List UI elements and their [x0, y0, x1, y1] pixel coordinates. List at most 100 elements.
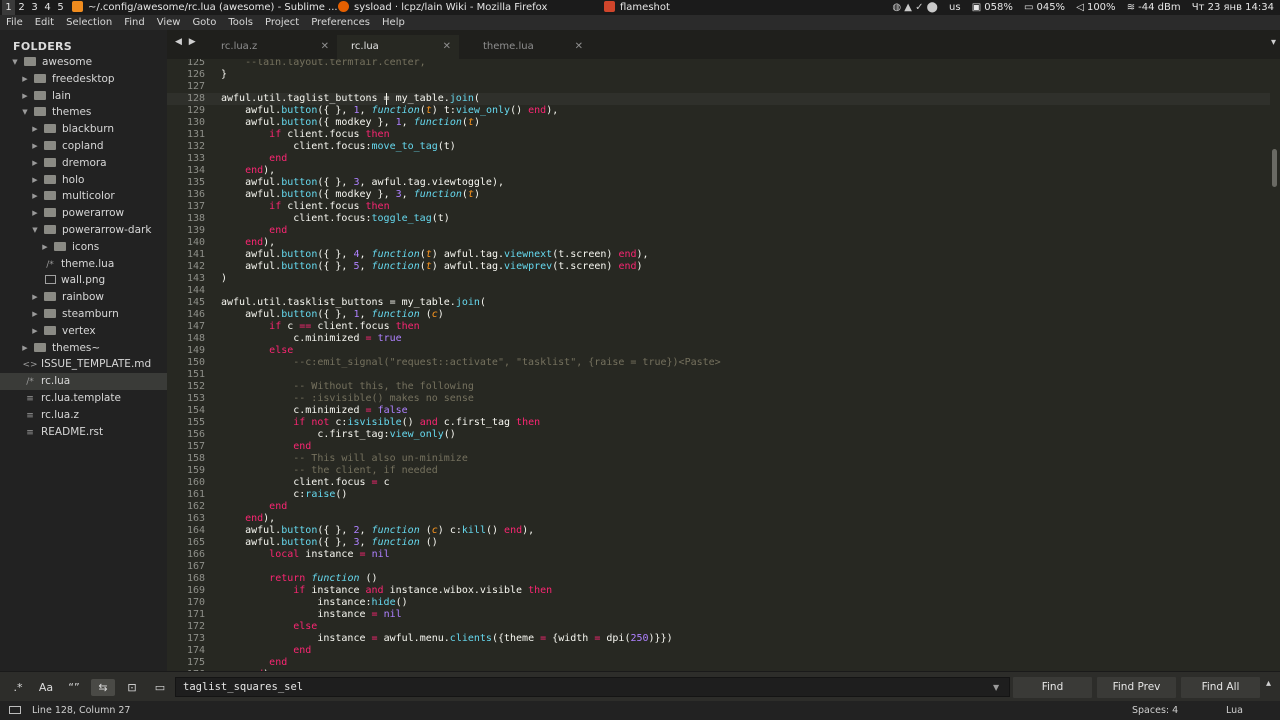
- code-line[interactable]: c.minimized = true: [221, 333, 721, 345]
- sidebar-item-wall-png[interactable]: wall.png: [0, 272, 167, 289]
- whole-word-toggle[interactable]: “”: [63, 679, 85, 696]
- in-selection-toggle[interactable]: ⊡: [121, 679, 143, 696]
- code-line[interactable]: awful.button({ modkey }, 3, function(t): [221, 189, 721, 201]
- disclosure-closed-icon[interactable]: ▶: [30, 188, 40, 205]
- disclosure-closed-icon[interactable]: ▶: [40, 239, 50, 256]
- sidebar-item-multicolor[interactable]: ▶ multicolor: [0, 188, 167, 205]
- sidebar-item-rainbow[interactable]: ▶ rainbow: [0, 289, 167, 306]
- code-line[interactable]: instance:hide(): [221, 597, 721, 609]
- code-line[interactable]: c.first_tag:view_only(): [221, 429, 721, 441]
- close-tab-icon[interactable]: ✕: [321, 35, 329, 59]
- volume-level[interactable]: 100%: [1087, 2, 1116, 13]
- code-line[interactable]: end: [221, 645, 721, 657]
- disclosure-closed-icon[interactable]: ▶: [20, 88, 30, 105]
- code-editor[interactable]: 125 126 127 128 129 130 131 132 133 134 135 136 137 1…: [167, 59, 1270, 671]
- sidebar-item-readme-rst[interactable]: ≡ README.rst: [0, 424, 167, 441]
- code-line[interactable]: awful.button({ }, 1, function (c): [221, 309, 721, 321]
- wrap-toggle[interactable]: ⇆: [91, 679, 115, 696]
- tab-rc-lua[interactable]: rc.lua ✕: [337, 35, 459, 59]
- menu-file[interactable]: File: [0, 15, 29, 30]
- find-button[interactable]: Find: [1013, 677, 1092, 698]
- disclosure-closed-icon[interactable]: ▶: [30, 138, 40, 155]
- code-line[interactable]: return function (): [221, 573, 721, 585]
- code-line[interactable]: instance = nil: [221, 609, 721, 621]
- disclosure-closed-icon[interactable]: ▶: [30, 155, 40, 172]
- code-line[interactable]: }: [221, 69, 721, 81]
- tab-rc-lua-z[interactable]: rc.lua.z ✕: [207, 35, 337, 59]
- disclosure-closed-icon[interactable]: ▶: [30, 205, 40, 222]
- sidebar-item-powerarrow-dark[interactable]: ▼ powerarrow-dark: [0, 222, 167, 239]
- sidebar-item-themes[interactable]: ▼ themes: [0, 104, 167, 121]
- tab-menu-chevron-icon[interactable]: ▾: [1271, 37, 1276, 48]
- code-line[interactable]: end: [221, 441, 721, 453]
- code-line[interactable]: awful.util.taglist_buttons = my_table.jo…: [221, 93, 721, 105]
- code-line[interactable]: awful.button({ }, 5, function(t) awful.t…: [221, 261, 721, 273]
- code-line[interactable]: awful.button({ }, 4, function(t) awful.t…: [221, 249, 721, 261]
- disclosure-closed-icon[interactable]: ▶: [30, 289, 40, 306]
- sidebar-item-rc-lua-template[interactable]: ≡ rc.lua.template: [0, 390, 167, 407]
- task-firefox[interactable]: sysload · lcpz/lain Wiki - Mozilla Firef…: [338, 0, 547, 15]
- code-line[interactable]: ): [221, 273, 721, 285]
- tab-navigation-arrows-icon[interactable]: ◀ ▶: [175, 37, 198, 47]
- sidebar-item-vertex[interactable]: ▶ vertex: [0, 323, 167, 340]
- code-line[interactable]: end),: [221, 513, 721, 525]
- task-flameshot[interactable]: flameshot: [604, 0, 670, 15]
- sidebar-item-blackburn[interactable]: ▶ blackburn: [0, 121, 167, 138]
- sidebar-item-dremora[interactable]: ▶ dremora: [0, 155, 167, 172]
- task-sublime[interactable]: ~/.config/awesome/rc.lua (awesome) - Sub…: [72, 0, 338, 15]
- disclosure-open-icon[interactable]: ▼: [30, 222, 40, 239]
- disclosure-closed-icon[interactable]: ▶: [20, 340, 30, 357]
- menu-selection[interactable]: Selection: [60, 15, 118, 30]
- sidebar-item-icons[interactable]: ▶ icons: [0, 239, 167, 256]
- menu-goto[interactable]: Goto: [186, 15, 222, 30]
- code-line[interactable]: else: [221, 345, 721, 357]
- indentation-setting[interactable]: Spaces: 4: [1132, 701, 1178, 720]
- sidebar-item-lain[interactable]: ▶ lain: [0, 88, 167, 105]
- find-prev-button[interactable]: Find Prev: [1097, 677, 1176, 698]
- find-history-dropdown-icon[interactable]: ▼: [993, 683, 999, 692]
- menu-find[interactable]: Find: [118, 15, 151, 30]
- disclosure-open-icon[interactable]: ▼: [20, 104, 30, 121]
- code-line[interactable]: -- This will also un-minimize: [221, 453, 721, 465]
- code-line[interactable]: -- :isvisible() makes no sense: [221, 393, 721, 405]
- code-line[interactable]: -- Without this, the following: [221, 381, 721, 393]
- sidebar-item-theme-lua[interactable]: /* theme.lua: [0, 256, 167, 273]
- disclosure-closed-icon[interactable]: ▶: [20, 71, 30, 88]
- workspace-tag-5[interactable]: 5: [54, 0, 67, 15]
- clock[interactable]: Чт 23 янв 14:34: [1192, 2, 1274, 13]
- disclosure-closed-icon[interactable]: ▶: [30, 306, 40, 323]
- syntax-setting[interactable]: Lua: [1226, 701, 1243, 720]
- code-line[interactable]: else: [221, 621, 721, 633]
- case-toggle[interactable]: Aa: [35, 679, 57, 696]
- workspace-tag-4[interactable]: 4: [41, 0, 54, 15]
- code-line[interactable]: awful.util.tasklist_buttons = my_table.j…: [221, 297, 721, 309]
- menu-project[interactable]: Project: [259, 15, 305, 30]
- sidebar-item-steamburn[interactable]: ▶ steamburn: [0, 306, 167, 323]
- code-line[interactable]: --lain.layout.termfair.center,: [221, 59, 721, 69]
- sidebar-item-powerarrow[interactable]: ▶ powerarrow: [0, 205, 167, 222]
- code-line[interactable]: c:raise(): [221, 489, 721, 501]
- code-line[interactable]: awful.button({ }, 3, awful.tag.viewtoggl…: [221, 177, 721, 189]
- workspace-tag-1[interactable]: 1: [2, 0, 15, 15]
- find-panel-chevron-icon[interactable]: ▴: [1266, 678, 1271, 689]
- menu-preferences[interactable]: Preferences: [305, 15, 376, 30]
- editor-scrollbar[interactable]: [1270, 59, 1280, 671]
- workspace-tag-3[interactable]: 3: [28, 0, 41, 15]
- workspace-tag-2[interactable]: 2: [15, 0, 28, 15]
- sidebar-item-copland[interactable]: ▶ copland: [0, 138, 167, 155]
- code-line[interactable]: instance = awful.menu.clients({theme = {…: [221, 633, 721, 645]
- menu-help[interactable]: Help: [376, 15, 411, 30]
- code-text[interactable]: --lain.layout.termfair.center,} awful.uti…: [221, 59, 721, 671]
- close-tab-icon[interactable]: ✕: [443, 35, 451, 59]
- code-line[interactable]: [221, 81, 721, 93]
- code-line[interactable]: if client.focus then: [221, 129, 721, 141]
- sidebar-item-rc-lua-z[interactable]: ≡ rc.lua.z: [0, 407, 167, 424]
- regex-toggle[interactable]: .*: [8, 679, 28, 696]
- code-line[interactable]: client.focus:toggle_tag(t): [221, 213, 721, 225]
- menu-edit[interactable]: Edit: [29, 15, 60, 30]
- close-tab-icon[interactable]: ✕: [575, 35, 583, 59]
- sidebar-item-awesome[interactable]: ▼ awesome: [0, 54, 167, 71]
- disclosure-closed-icon[interactable]: ▶: [30, 172, 40, 189]
- disclosure-open-icon[interactable]: ▼: [10, 54, 20, 71]
- sidebar-item-rc-lua[interactable]: /* rc.lua: [0, 373, 167, 391]
